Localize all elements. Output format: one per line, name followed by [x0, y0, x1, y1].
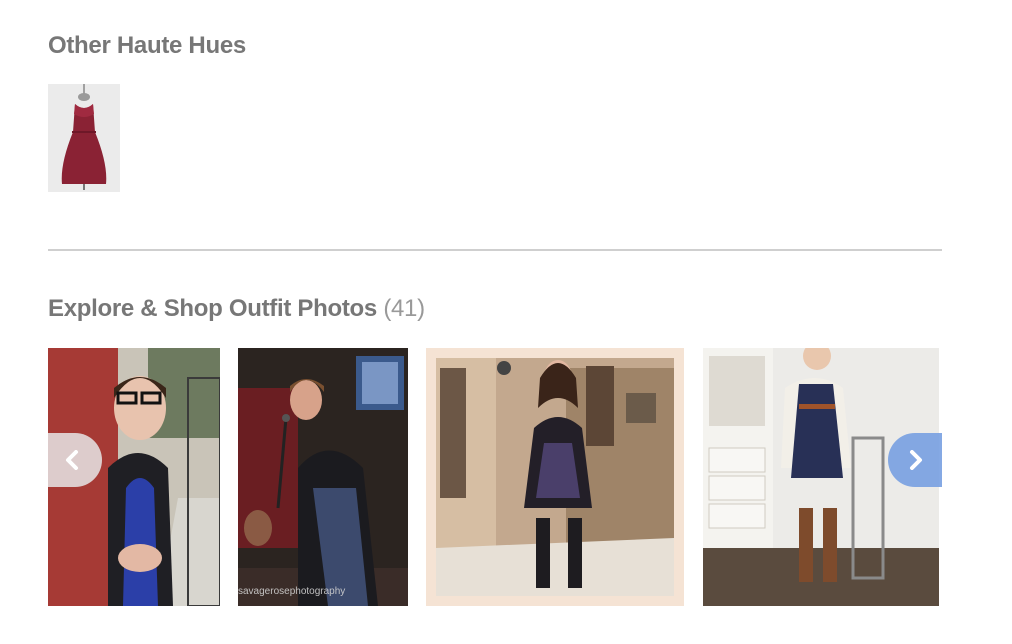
carousel-next-button[interactable] — [888, 433, 942, 487]
outfit-photo[interactable] — [238, 348, 408, 606]
explore-title: Explore & Shop Outfit Photos (41) — [48, 295, 425, 323]
outfit-photo[interactable] — [426, 348, 684, 606]
carousel-prev-button[interactable] — [48, 433, 102, 487]
photo-watermark: savagerosephotography — [238, 586, 346, 597]
section-divider — [48, 249, 942, 251]
other-hues-title: Other Haute Hues — [48, 32, 246, 59]
chevron-left-icon — [66, 450, 78, 470]
red-dress-thumbnail[interactable] — [48, 84, 120, 192]
explore-title-text: Explore & Shop Outfit Photos — [48, 295, 377, 322]
chevron-right-icon — [910, 450, 922, 470]
photo-count: (41) — [383, 295, 425, 322]
